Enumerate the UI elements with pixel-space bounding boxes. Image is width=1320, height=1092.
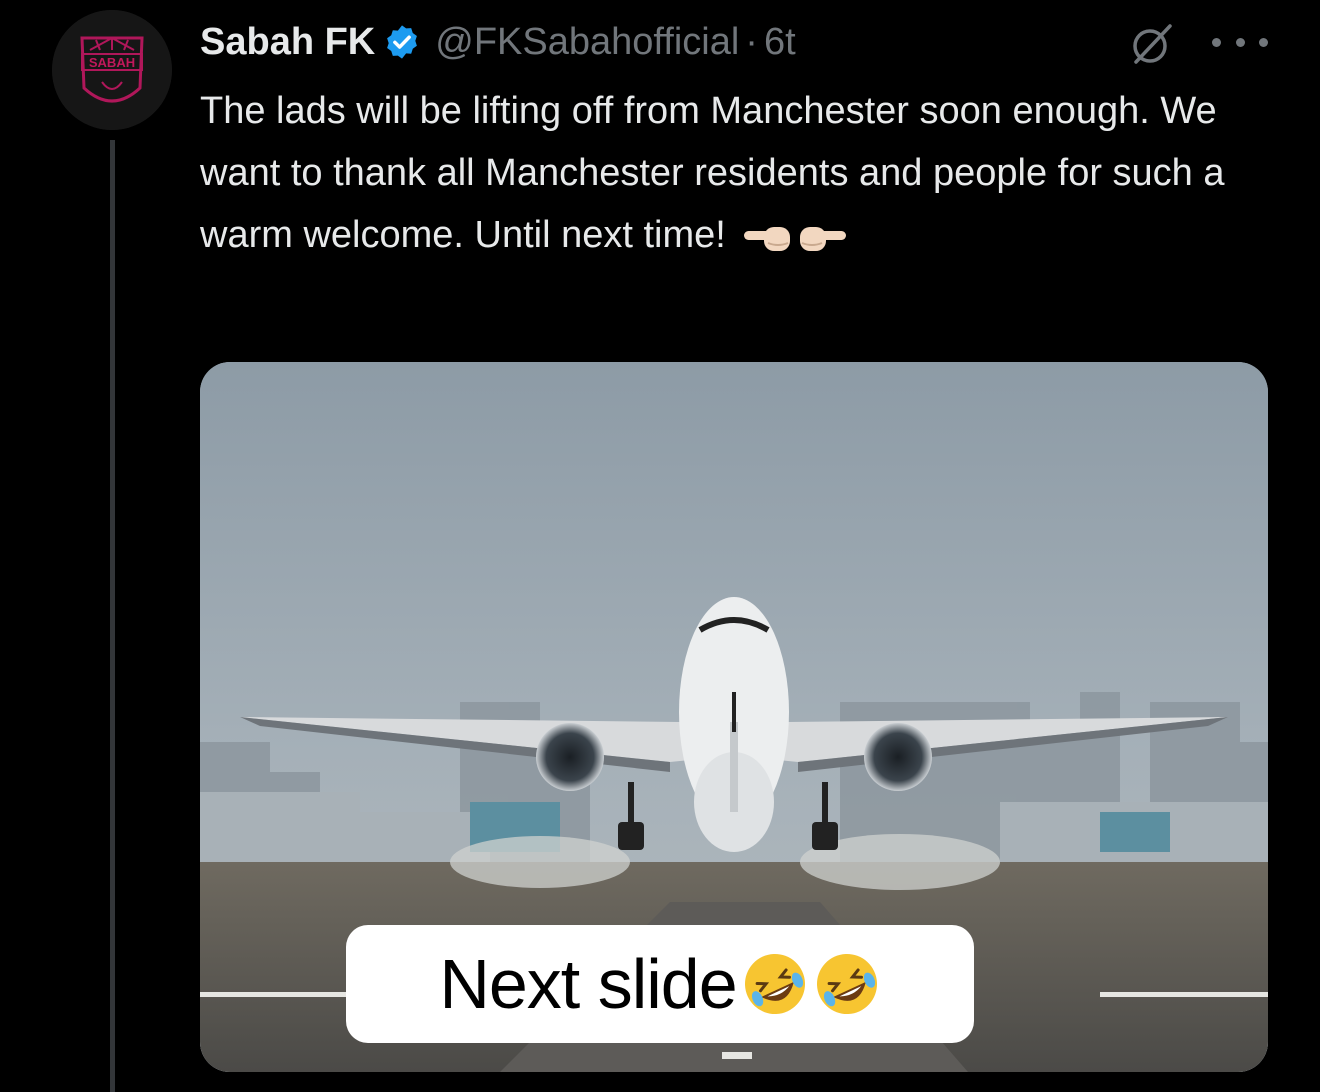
verified-badge-icon[interactable]: [383, 23, 421, 61]
user-handle[interactable]: @FKSabahofficial: [435, 21, 739, 64]
tweet-text: The lads will be lifting off from Manche…: [200, 80, 1280, 266]
emoji-group: [742, 217, 848, 257]
caption-text: Next slide: [439, 945, 737, 1023]
rolling-on-floor-laughing-icon: [816, 954, 877, 1014]
timestamp[interactable]: 6t: [764, 21, 796, 64]
tweet-header: Sabah FK @FKSabahofficial · 6t: [200, 16, 796, 68]
grok-icon[interactable]: [1128, 20, 1176, 68]
separator: ·: [745, 20, 758, 63]
avatar[interactable]: SABAH: [52, 10, 172, 130]
thread-connector-line: [110, 140, 115, 1092]
backhand-index-pointing-left-icon: [744, 226, 791, 251]
svg-text:SABAH: SABAH: [89, 55, 135, 70]
display-name[interactable]: Sabah FK: [200, 21, 375, 64]
sabah-logo-icon: SABAH: [52, 10, 172, 130]
backhand-index-pointing-right-icon: [800, 226, 847, 251]
overlay-caption: Next slide: [346, 925, 974, 1043]
rolling-on-floor-laughing-icon: [744, 954, 805, 1014]
tweet-screenshot: SABAH Sabah FK @FKSabahofficial · 6t The…: [0, 0, 1320, 1092]
tweet-body: The lads will be lifting off from Manche…: [200, 90, 1225, 256]
more-options-icon[interactable]: [1212, 20, 1268, 64]
